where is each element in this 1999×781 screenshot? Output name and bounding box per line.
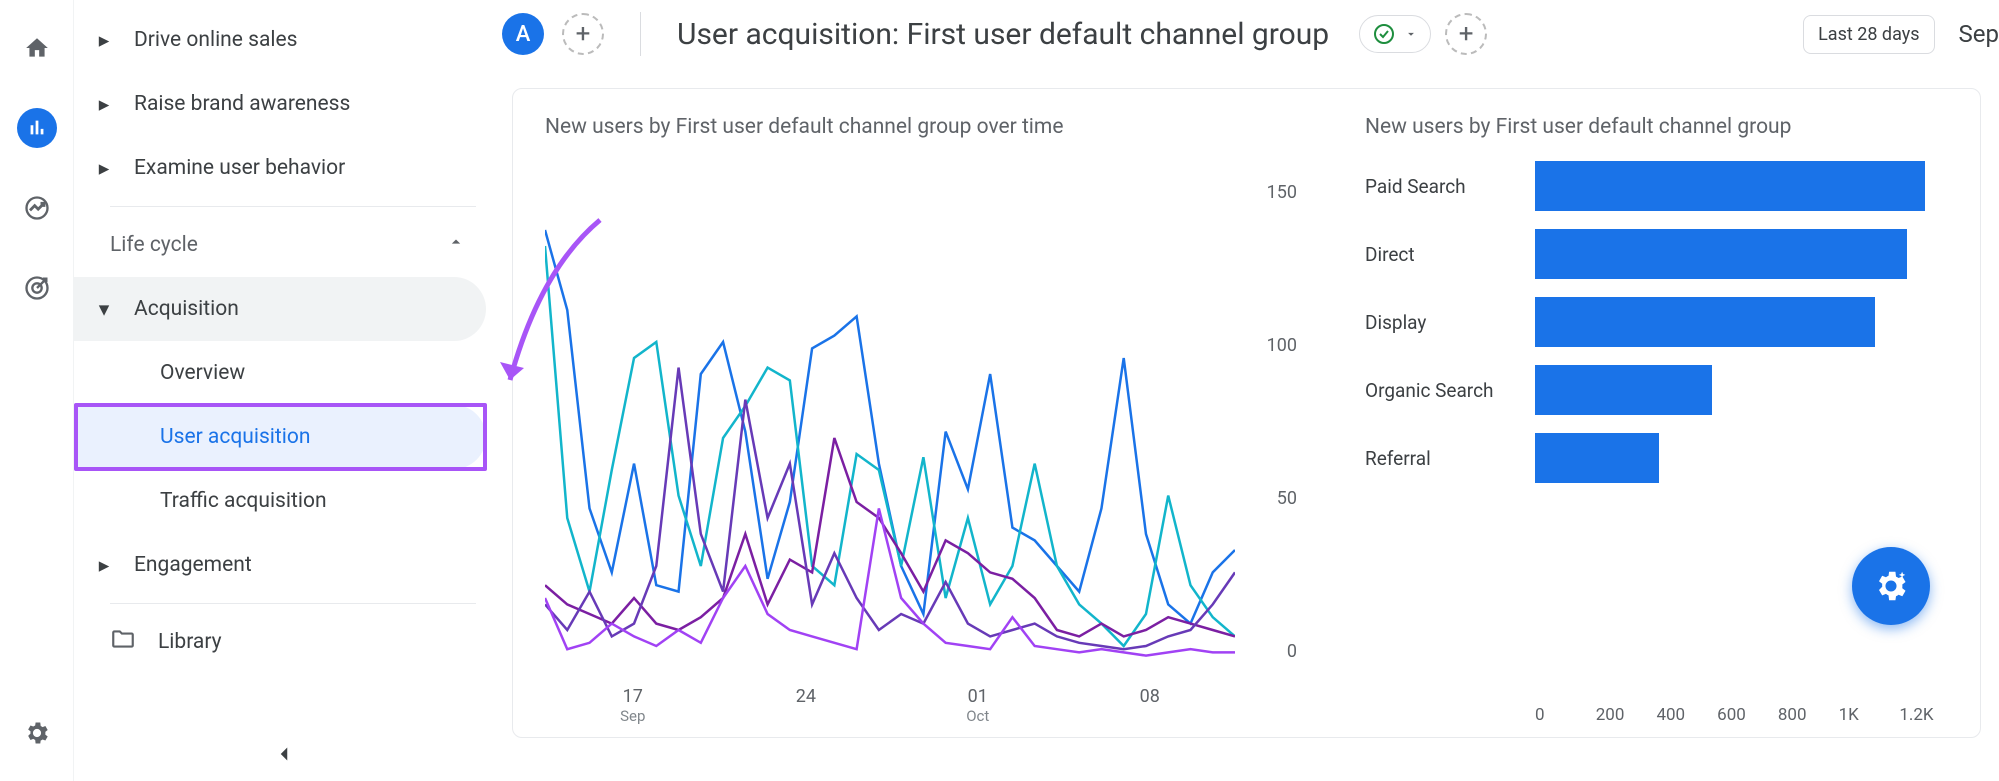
chevron-right-icon: ▸ [92,156,116,181]
line-chart-panel: New users by First user default channel … [545,113,1305,725]
home-icon[interactable] [17,28,57,68]
line-chart-title: New users by First user default channel … [545,113,1305,142]
subnav-overview[interactable]: Overview [74,341,486,405]
bar-label: Paid Search [1365,175,1535,198]
bar-x-axis: 02004006008001K1.2K [1365,705,1960,725]
nav-label: Raise brand awareness [134,92,350,116]
bar-label: Referral [1365,447,1535,470]
explore-icon[interactable] [17,188,57,228]
nav-label: Examine user behavior [134,156,345,180]
admin-gear-icon[interactable] [17,713,57,753]
collapse-sidebar-button[interactable] [271,741,297,771]
nav-examine-user-behavior[interactable]: ▸ Examine user behavior [74,136,486,200]
divider [640,12,641,56]
subnav-user-acquisition[interactable]: User acquisition [74,405,486,469]
line-chart: 150 100 50 0 17Sep 24 01Oct 08 [545,152,1305,725]
report-status-dropdown[interactable] [1359,15,1431,53]
nav-drive-online-sales[interactable]: ▸ Drive online sales [74,8,486,72]
chevron-right-icon: ▸ [92,28,116,53]
segment-badge[interactable]: A [502,13,544,55]
nav-acquisition[interactable]: ▾ Acquisition [74,277,486,341]
page-title: User acquisition: First user default cha… [677,17,1329,52]
bar-label: Organic Search [1365,379,1535,402]
date-range-picker[interactable]: Last 28 days [1803,15,1934,54]
bar-row: Referral [1365,424,1960,492]
nav-library[interactable]: Library [74,610,494,674]
nav-label: Engagement [134,553,252,577]
chevron-down-icon: ▾ [92,297,116,322]
bar-fill [1535,161,1925,211]
insights-fab[interactable] [1852,547,1930,625]
subnav-label: Overview [160,361,245,385]
chevron-right-icon: ▸ [92,92,116,117]
bar-chart-panel: New users by First user default channel … [1365,113,1960,725]
bar-fill [1535,433,1659,483]
sidebar: ▸ Drive online sales ▸ Raise brand aware… [74,0,494,781]
chevron-right-icon: ▸ [92,553,116,578]
bar-chart-title: New users by First user default channel … [1365,113,1960,142]
add-segment-button[interactable]: + [562,13,604,55]
check-circle-icon [1372,22,1396,46]
bar-fill [1535,229,1907,279]
section-life-cycle[interactable]: Life cycle [74,213,494,277]
bar-row: Display [1365,288,1960,356]
bar-row: Direct [1365,220,1960,288]
section-label: Life cycle [110,233,198,257]
main-content: A + User acquisition: First user default… [494,0,1999,781]
add-comparison-button[interactable]: + [1445,13,1487,55]
bar-fill [1535,365,1712,415]
nav-engagement[interactable]: ▸ Engagement [74,533,486,597]
line-x-axis: 17Sep 24 01Oct 08 [545,686,1235,725]
reports-icon[interactable] [17,108,57,148]
subnav-label: Traffic acquisition [160,489,327,513]
nav-label: Drive online sales [134,28,297,52]
library-label: Library [158,630,222,654]
bar-row: Paid Search [1365,152,1960,220]
subnav-traffic-acquisition[interactable]: Traffic acquisition [74,469,486,533]
sparkle-gear-icon [1872,567,1910,605]
subnav-label: User acquisition [160,425,310,449]
chevron-down-icon [1404,27,1418,41]
line-y-axis: 150 100 50 0 [1255,182,1305,662]
nav-label: Acquisition [134,297,239,321]
icon-rail [0,0,74,781]
report-card: New users by First user default channel … [512,88,1981,738]
chevron-up-icon [446,232,466,258]
folder-icon [110,626,136,658]
bar-fill [1535,297,1875,347]
topbar: A + User acquisition: First user default… [494,12,1999,56]
bar-label: Display [1365,311,1535,334]
date-range-text: Sep [1959,20,1999,48]
nav-raise-brand-awareness[interactable]: ▸ Raise brand awareness [74,72,486,136]
advertising-icon[interactable] [17,268,57,308]
bar-row: Organic Search [1365,356,1960,424]
bar-label: Direct [1365,243,1535,266]
